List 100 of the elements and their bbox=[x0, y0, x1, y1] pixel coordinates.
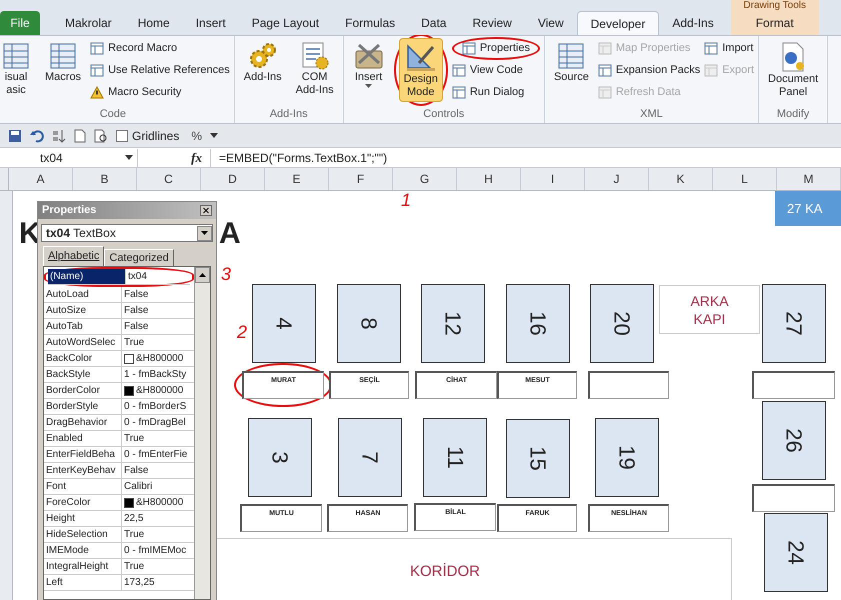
ribbon-small-button[interactable]: Run Dialog bbox=[452, 83, 540, 102]
property-value[interactable]: True bbox=[122, 559, 194, 574]
formula-field[interactable]: =EMBED("Forms.TextBox.1";"") bbox=[210, 148, 841, 166]
property-value[interactable]: 0 - fmBorderS bbox=[122, 399, 194, 414]
ribbon-tab[interactable]: Formulas bbox=[332, 11, 408, 35]
print-preview-icon[interactable] bbox=[94, 128, 108, 142]
ribbon-tab[interactable]: Developer bbox=[576, 11, 660, 35]
column-header[interactable]: I bbox=[521, 168, 585, 190]
property-value[interactable]: 0 - fmIMEMoc bbox=[122, 543, 194, 558]
page-icon[interactable] bbox=[74, 128, 86, 142]
property-value[interactable]: tx04 bbox=[126, 269, 190, 284]
property-value[interactable]: 0 - fmDragBel bbox=[122, 415, 194, 430]
column-header[interactable]: K bbox=[649, 168, 713, 190]
property-name[interactable]: AutoSize bbox=[44, 303, 122, 318]
property-value[interactable]: True bbox=[122, 335, 194, 350]
property-name[interactable]: EnterKeyBehav bbox=[44, 463, 122, 478]
column-header[interactable]: H bbox=[457, 168, 521, 190]
column-header[interactable]: B bbox=[73, 168, 137, 190]
property-name[interactable]: IntegralHeight bbox=[44, 559, 122, 574]
property-name[interactable]: AutoTab bbox=[44, 319, 122, 334]
property-name[interactable]: (Name) bbox=[48, 269, 126, 284]
column-header[interactable]: J bbox=[585, 168, 649, 190]
column-header[interactable]: M bbox=[777, 168, 841, 190]
property-value[interactable]: &H800000 bbox=[122, 495, 194, 510]
ribbon-small-button[interactable]: Expansion Packs bbox=[598, 61, 700, 80]
ribbon-small-button[interactable]: Record Macro bbox=[90, 39, 230, 58]
save-icon[interactable] bbox=[8, 128, 22, 142]
property-value[interactable]: True bbox=[122, 431, 194, 446]
insert-function-button[interactable]: fx bbox=[138, 148, 210, 168]
ribbon-large-button[interactable]: Add-Ins bbox=[238, 36, 287, 87]
property-name[interactable]: IMEMode bbox=[44, 543, 122, 558]
column-header[interactable]: A bbox=[9, 168, 73, 190]
ribbon-large-button[interactable]: Macros bbox=[40, 36, 86, 87]
ribbon-small-button[interactable]: Properties bbox=[462, 39, 530, 58]
ribbon-tab[interactable]: Page Layout bbox=[238, 11, 332, 35]
property-value[interactable]: &H800000 bbox=[122, 383, 194, 398]
property-name[interactable]: AutoWordSelec bbox=[44, 335, 122, 350]
gridlines-checkbox[interactable]: Gridlines bbox=[116, 126, 180, 144]
property-name[interactable]: BackColor bbox=[44, 351, 122, 366]
close-icon[interactable] bbox=[200, 205, 212, 216]
ribbon-tab[interactable]: Add-Ins bbox=[659, 11, 727, 35]
column-header[interactable]: D bbox=[201, 168, 265, 190]
property-name[interactable]: Font bbox=[44, 479, 122, 494]
property-value[interactable]: 22,5 bbox=[122, 511, 194, 526]
customize-caret-icon[interactable] bbox=[210, 132, 218, 138]
ribbon-small-button[interactable]: Import bbox=[704, 39, 754, 58]
property-name[interactable]: Left bbox=[44, 575, 122, 590]
property-name[interactable]: Height bbox=[44, 511, 122, 526]
ribbon-large-button[interactable]: COM Add-Ins bbox=[290, 36, 339, 100]
file-tab[interactable]: File bbox=[0, 11, 40, 35]
ribbon-tab[interactable]: Makrolar bbox=[52, 11, 125, 35]
name-text-box[interactable] bbox=[752, 371, 835, 399]
ribbon-large-button[interactable]: isual asic bbox=[0, 36, 36, 100]
properties-tab[interactable]: Alphabetic bbox=[43, 246, 104, 266]
property-value[interactable]: &H800000 bbox=[122, 351, 194, 366]
property-name[interactable]: ForeColor bbox=[44, 495, 122, 510]
name-box[interactable]: tx04 bbox=[0, 148, 138, 166]
ribbon-large-button[interactable]: Insert bbox=[348, 36, 390, 92]
column-header[interactable]: F bbox=[329, 168, 393, 190]
ribbon-small-button[interactable]: Use Relative References bbox=[90, 61, 230, 80]
column-header[interactable]: C bbox=[137, 168, 201, 190]
sort-icon[interactable] bbox=[52, 128, 66, 142]
property-name[interactable]: BorderStyle bbox=[44, 399, 122, 414]
ribbon-tab[interactable]: Data bbox=[408, 11, 460, 35]
ribbon-large-button[interactable]: Design Mode bbox=[398, 38, 443, 102]
properties-tab[interactable]: Categorized bbox=[104, 249, 174, 266]
ribbon-tab[interactable]: Home bbox=[124, 11, 183, 35]
name-text-box[interactable] bbox=[752, 484, 835, 512]
ribbon-tab[interactable]: Format bbox=[744, 11, 806, 35]
scrollbar[interactable] bbox=[194, 267, 210, 599]
property-value[interactable]: True bbox=[122, 527, 194, 542]
property-value[interactable]: 0 - fmEnterFie bbox=[122, 447, 194, 462]
property-value[interactable]: Calibri bbox=[122, 479, 194, 494]
property-name[interactable]: AutoLoad bbox=[44, 287, 122, 302]
property-name[interactable]: EnterFieldBeha bbox=[44, 447, 122, 462]
column-header[interactable]: G bbox=[393, 168, 457, 190]
object-dropdown[interactable]: tx04 TextBox bbox=[41, 224, 213, 242]
name-text-box[interactable] bbox=[588, 371, 669, 399]
percent-style-button[interactable]: % bbox=[191, 126, 202, 144]
ribbon-large-button[interactable]: Document Panel bbox=[763, 36, 824, 102]
column-header[interactable]: E bbox=[265, 168, 329, 190]
ribbon-large-button[interactable]: Source bbox=[548, 36, 594, 87]
property-value[interactable]: 173,25 bbox=[122, 575, 194, 590]
property-name[interactable]: BorderColor bbox=[44, 383, 122, 398]
property-name[interactable]: HideSelection bbox=[44, 527, 122, 542]
ribbon-tab[interactable]: View bbox=[524, 11, 577, 35]
property-name[interactable]: Enabled bbox=[44, 431, 122, 446]
property-name[interactable]: BackStyle bbox=[44, 367, 122, 382]
property-value[interactable]: 1 - fmBackSty bbox=[122, 367, 194, 382]
ribbon-small-button[interactable]: View Code bbox=[452, 61, 540, 80]
property-value[interactable]: False bbox=[122, 319, 194, 334]
ribbon-tab[interactable]: Review bbox=[459, 11, 525, 35]
undo-icon[interactable] bbox=[30, 128, 44, 142]
column-header[interactable]: L bbox=[713, 168, 777, 190]
property-value[interactable]: False bbox=[122, 303, 194, 318]
property-value[interactable]: False bbox=[122, 287, 194, 302]
property-value[interactable]: False bbox=[122, 463, 194, 478]
ribbon-small-button[interactable]: Macro Security bbox=[90, 83, 230, 102]
ribbon-tab[interactable]: Insert bbox=[182, 11, 239, 35]
property-name[interactable]: DragBehavior bbox=[44, 415, 122, 430]
